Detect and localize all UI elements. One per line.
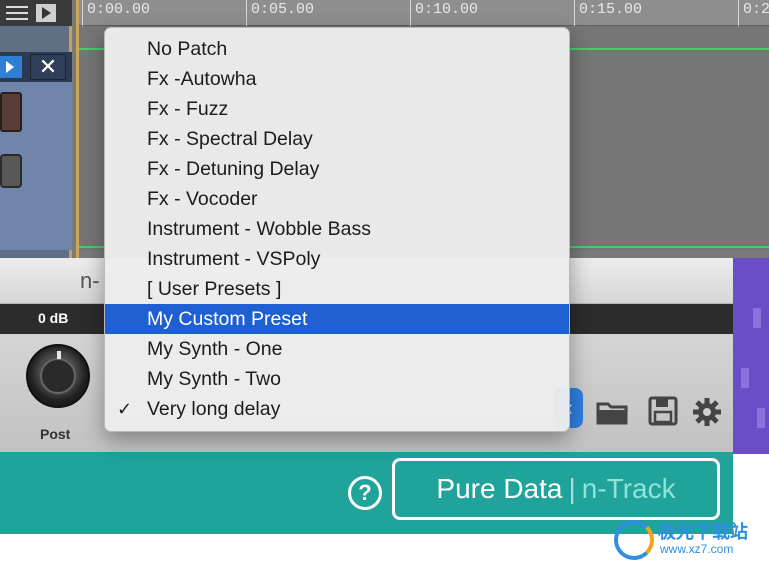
menu-item-label: My Synth - Two [147, 368, 282, 390]
ruler-tick-1: 0:05.00 [246, 0, 314, 26]
watermark: 极光下载站 www.xz7.com [610, 516, 769, 564]
menu-item[interactable]: No Patch [105, 34, 569, 64]
menu-item-label: Fx - Detuning Delay [147, 158, 320, 180]
watermark-url: www.xz7.com [660, 542, 734, 556]
purple-clip-region[interactable] [733, 258, 769, 454]
help-icon[interactable]: ? [348, 476, 382, 510]
gain-readout: 0 dB [38, 310, 69, 326]
brand-separator: | [568, 473, 576, 504]
menu-item-label: My Custom Preset [147, 308, 308, 330]
menu-item[interactable]: Fx -Autowha [105, 64, 569, 94]
ruler-tick-3: 0:15.00 [574, 0, 642, 26]
menu-item[interactable]: Instrument - VSPoly [105, 244, 569, 274]
menu-item-label: Instrument - VSPoly [147, 248, 321, 270]
menu-item[interactable]: Fx - Detuning Delay [105, 154, 569, 184]
menu-item[interactable]: My Synth - One [105, 334, 569, 364]
checkmark-icon: ✓ [117, 399, 133, 419]
watermark-title: 极光下载站 [658, 522, 748, 542]
ruler-tick-2: 0:10.00 [410, 0, 478, 26]
menu-item-label: Fx -Autowha [147, 68, 257, 90]
playhead[interactable] [76, 0, 79, 260]
preset-popup-menu: No Patch Fx -Autowha Fx - Fuzz Fx - Spectra… [104, 27, 570, 432]
expand-arrow-icon[interactable] [0, 56, 22, 78]
brand-ntrack: n-Track [581, 473, 676, 504]
menu-item-label: Fx - Vocoder [147, 188, 258, 210]
close-icon[interactable]: ✕ [30, 54, 66, 80]
clip-cell [757, 408, 765, 428]
time-ruler[interactable]: 0:00.00 0:05.00 0:10.00 0:15.00 0:2 [78, 0, 769, 26]
post-knob[interactable] [26, 344, 90, 408]
watermark-logo-icon [614, 520, 654, 560]
menu-item[interactable]: ✓ Very long delay [105, 394, 569, 424]
post-knob-label: Post [40, 426, 71, 442]
menu-item-label: My Synth - One [147, 338, 283, 360]
knob-ring [40, 358, 76, 394]
track-header-panel: ✕ [0, 0, 72, 260]
menu-bars-icon[interactable] [6, 6, 28, 20]
clip-cell [753, 308, 761, 328]
menu-item[interactable]: My Synth - Two [105, 364, 569, 394]
brand-pure-data: Pure Data [436, 473, 563, 504]
gear-icon[interactable] [690, 396, 724, 428]
menu-item[interactable]: [ User Presets ] [105, 274, 569, 304]
menu-item[interactable]: Fx - Vocoder [105, 184, 569, 214]
brand-badge: Pure Data | n-Track [392, 458, 720, 520]
menu-item-label: Fx - Spectral Delay [147, 128, 313, 150]
menu-item[interactable]: Fx - Fuzz [105, 94, 569, 124]
plugin-title: n- [80, 268, 100, 293]
menu-item-label: Very long delay [147, 398, 281, 420]
menu-item-label: Instrument - Wobble Bass [147, 218, 371, 240]
track-toggle-button[interactable] [0, 154, 22, 188]
ruler-tick-0: 0:00.00 [82, 0, 150, 26]
menu-item-label: [ User Presets ] [147, 278, 282, 300]
track-pad-button[interactable] [0, 92, 22, 132]
ruler-tick-4: 0:2 [738, 0, 769, 26]
menu-item[interactable]: Fx - Spectral Delay [105, 124, 569, 154]
clip-cell [741, 368, 749, 388]
menu-item-label: Fx - Fuzz [147, 98, 229, 120]
folder-icon[interactable] [596, 398, 630, 430]
save-icon[interactable] [646, 396, 680, 428]
menu-item-label: No Patch [147, 38, 228, 60]
menu-item[interactable]: Instrument - Wobble Bass [105, 214, 569, 244]
transport-top [0, 0, 72, 26]
knob-indicator [57, 351, 61, 359]
play-icon[interactable] [36, 4, 56, 22]
menu-item[interactable]: My Custom Preset [105, 304, 569, 334]
